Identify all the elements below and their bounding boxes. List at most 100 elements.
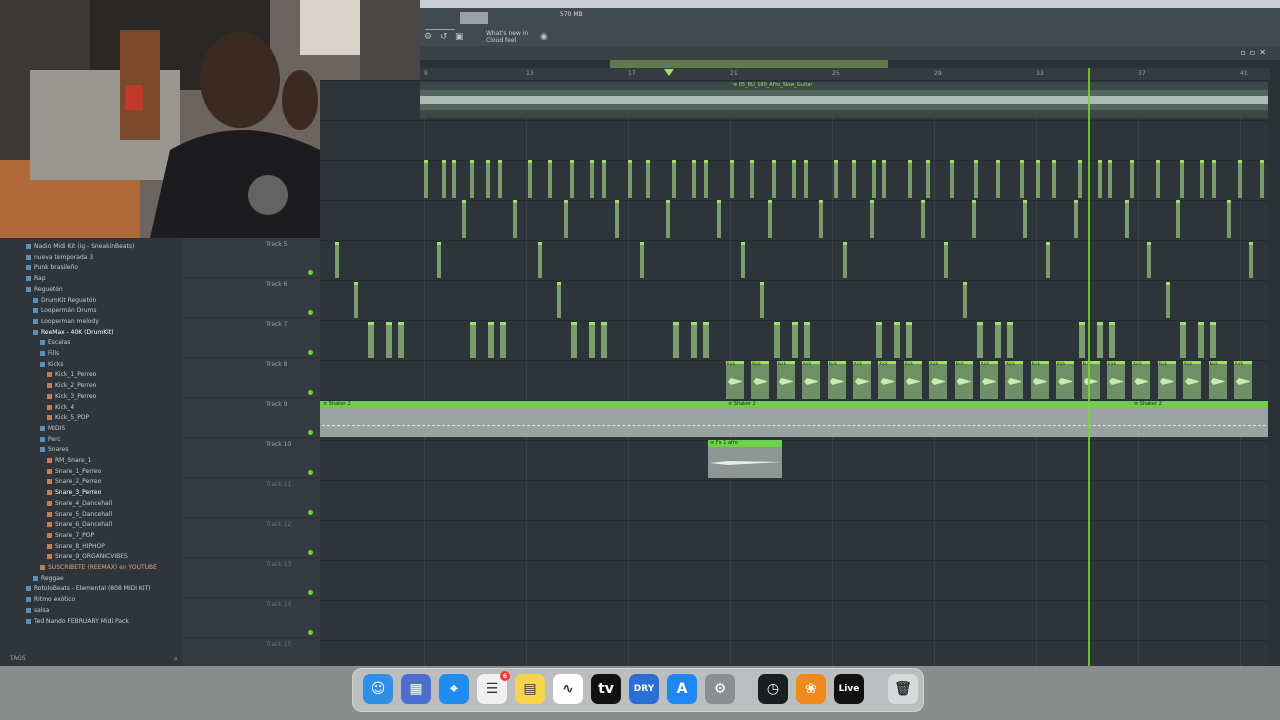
browser-item[interactable]: DrumKit Reguetón — [33, 296, 96, 306]
pattern-clip[interactable] — [730, 160, 734, 198]
pattern-clip[interactable] — [487, 322, 494, 358]
browser-item[interactable]: Perc — [40, 435, 61, 445]
pattern-clip[interactable]: Kick — [1056, 361, 1075, 399]
system-settings-icon[interactable]: ⚙ — [705, 674, 735, 704]
pattern-clip[interactable] — [842, 242, 847, 278]
pattern-clip[interactable] — [499, 322, 506, 358]
news-hint[interactable]: What's new in Cloud feel — [486, 30, 528, 44]
pattern-clip[interactable] — [1210, 322, 1216, 358]
fx-clip[interactable]: ≡ Fx 1 afro — [708, 440, 782, 478]
pattern-clip[interactable] — [963, 282, 967, 318]
tags-label[interactable]: TAGS — [10, 655, 26, 662]
pattern-clip[interactable] — [1176, 200, 1180, 238]
browser-item[interactable]: Ted Nando FEBRUARY Midi Pack — [26, 617, 129, 627]
pattern-clip[interactable] — [792, 160, 796, 198]
pattern-clip[interactable] — [486, 160, 490, 198]
pattern-clip[interactable] — [462, 200, 466, 238]
pattern-clip[interactable] — [908, 160, 912, 198]
fl-studio-icon[interactable]: ❀ — [796, 674, 826, 704]
pattern-clip[interactable] — [1125, 200, 1129, 238]
pattern-clip[interactable] — [1007, 322, 1013, 358]
track-header[interactable]: Track 13 — [182, 558, 320, 598]
pattern-clip[interactable] — [469, 322, 476, 358]
pattern-clip[interactable] — [452, 160, 456, 198]
track-header[interactable]: Track 6 — [182, 278, 320, 318]
browser-item[interactable]: Ritmo exótico — [26, 595, 75, 605]
pattern-clip[interactable] — [870, 200, 874, 238]
pattern-clip[interactable] — [1020, 160, 1024, 198]
pattern-clip[interactable] — [690, 322, 697, 358]
browser-item[interactable]: Fills — [40, 349, 59, 359]
pattern-clip[interactable] — [1096, 322, 1103, 358]
track-mute-led[interactable] — [308, 510, 313, 515]
pattern-clip[interactable] — [498, 160, 502, 198]
browser-item[interactable]: Rap — [26, 274, 46, 284]
pattern-clip[interactable]: Kick — [903, 361, 922, 399]
pattern-clip[interactable] — [368, 322, 374, 358]
reminders-icon[interactable]: ☰ 6 — [477, 671, 510, 704]
pattern-clip[interactable] — [702, 322, 709, 358]
pattern-clip[interactable]: Kick — [1183, 361, 1202, 399]
pattern-clip[interactable] — [602, 160, 606, 198]
pattern-clip[interactable] — [436, 242, 441, 278]
pattern-clip[interactable] — [905, 322, 912, 358]
browser-item[interactable]: Snare_1_Perreo — [47, 467, 101, 477]
pattern-clip[interactable] — [1052, 160, 1056, 198]
pattern-clip[interactable] — [804, 322, 810, 358]
pattern-clip[interactable]: Kick — [954, 361, 973, 399]
pattern-clip[interactable] — [528, 160, 532, 198]
pattern-clip[interactable] — [1166, 282, 1170, 318]
browser-item[interactable]: Snare_3_Perreo — [47, 488, 101, 498]
pattern-clip[interactable] — [882, 160, 886, 198]
pattern-clip[interactable] — [424, 160, 428, 198]
pattern-clip[interactable] — [872, 160, 876, 198]
browser-item[interactable]: Snare_4_Dancehall — [47, 499, 112, 509]
pattern-clip[interactable] — [950, 160, 954, 198]
song-overview[interactable] — [610, 60, 888, 68]
browser-item[interactable]: Kick_3_Perreo — [47, 392, 96, 402]
browser-item[interactable]: SUSCRIBETE (REEMAX) en YOUTUBE — [40, 563, 157, 573]
pattern-clip[interactable] — [750, 160, 754, 198]
ableton-live-icon[interactable]: Live — [834, 674, 864, 704]
pattern-clip[interactable] — [1130, 160, 1134, 198]
browser-item[interactable]: Kick_5_POP — [47, 413, 89, 423]
pattern-clip[interactable] — [1200, 160, 1204, 198]
notes-icon[interactable]: ▤ — [515, 674, 545, 704]
track-mute-led[interactable] — [308, 310, 313, 315]
pattern-clip[interactable] — [819, 200, 823, 238]
pattern-clip[interactable] — [548, 160, 552, 198]
pattern-clip[interactable] — [1260, 160, 1264, 198]
pattern-clip[interactable] — [921, 200, 925, 238]
browser-item[interactable]: ReeMax - 40K (DrumKit) — [33, 328, 114, 338]
track-mute-led[interactable] — [308, 550, 313, 555]
pattern-clip[interactable] — [1108, 160, 1112, 198]
pattern-clip[interactable] — [1238, 160, 1242, 198]
pattern-clip[interactable] — [704, 160, 708, 198]
pattern-clip[interactable] — [1023, 200, 1027, 238]
pattern-clip[interactable] — [804, 160, 808, 198]
pattern-clip[interactable] — [944, 242, 948, 278]
pattern-clip[interactable] — [875, 322, 882, 358]
pattern-clip[interactable]: Kick — [827, 361, 846, 399]
pattern-clip[interactable] — [1248, 242, 1253, 278]
browser-item[interactable]: Reggae — [33, 574, 64, 584]
pattern-clip[interactable] — [646, 160, 650, 198]
undo-icon[interactable]: ↺ — [440, 32, 448, 42]
snap-icon[interactable]: ▣ — [455, 32, 464, 42]
dry-icon[interactable]: DRY — [629, 674, 659, 704]
pattern-clip[interactable] — [564, 200, 568, 238]
browser-item[interactable]: Kick_2_Perreo — [47, 381, 96, 391]
pattern-clip[interactable] — [792, 322, 798, 358]
pattern-clip[interactable] — [672, 322, 679, 358]
browser-item[interactable]: RM_Snare_1 — [47, 456, 91, 466]
pattern-clip[interactable] — [1078, 322, 1085, 358]
pattern-clip[interactable] — [974, 160, 978, 198]
pattern-clip[interactable]: Kick — [1234, 361, 1252, 399]
pattern-clip[interactable] — [666, 200, 670, 238]
pattern-clip[interactable] — [717, 200, 721, 238]
pattern-clip[interactable] — [470, 160, 474, 198]
browser-item[interactable]: Loopermán Drums — [33, 306, 97, 316]
pattern-clip[interactable]: Kick — [1030, 361, 1049, 399]
pattern-clip[interactable]: Kick — [776, 361, 795, 399]
track-mute-led[interactable] — [308, 590, 313, 595]
